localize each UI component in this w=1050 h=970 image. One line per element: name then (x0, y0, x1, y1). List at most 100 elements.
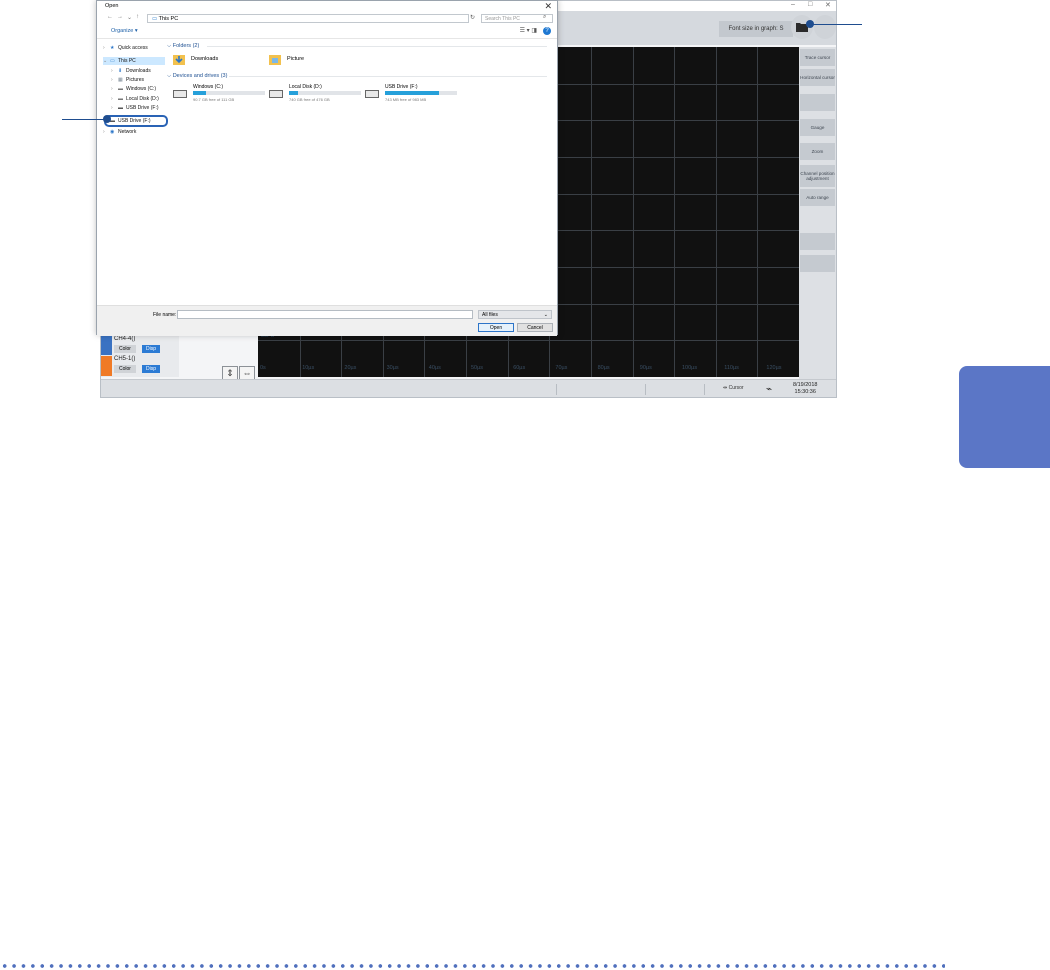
help-icon[interactable]: ? (543, 27, 551, 35)
side-function-button[interactable]: Auto range (800, 189, 835, 206)
drives-header[interactable]: ⌵ Devices and drives (3) (167, 73, 227, 80)
dialog-title: Open (105, 3, 119, 9)
back-icon[interactable]: ← (107, 14, 113, 20)
side-function-button[interactable] (800, 255, 835, 272)
drive-item[interactable]: USB Drive (F:) 743 MB free of 983 MB (365, 84, 459, 106)
download-folder-icon (173, 53, 185, 65)
status-divider (556, 384, 557, 395)
chapter-tab (959, 366, 1050, 468)
expand-icon[interactable]: › (111, 95, 118, 103)
nav-item[interactable]: ⌄ ▭ This PC (103, 57, 165, 65)
forward-icon[interactable]: → (117, 14, 123, 20)
maximize-icon[interactable]: □ (808, 1, 812, 8)
side-function-button[interactable] (800, 233, 835, 250)
address-row: ← → ⌄ ↑ ▭ This PC ↻ Search This PC ⌕ (103, 14, 553, 25)
usb-drive-icon (365, 90, 379, 98)
callout-line-open (810, 24, 862, 25)
nav-item-label: Downloads (126, 68, 151, 74)
menu-button[interactable] (814, 15, 836, 39)
expand-icon[interactable]: › (111, 67, 118, 75)
expand-icon[interactable]: ⌄ (103, 57, 110, 65)
drive-free-space: 90.7 GB free of 111 GB (193, 97, 235, 102)
time-axis: 0s 10µs 20µs 30µs 40µs 50µs 60µs 70µs 80µs 90µs 10… (258, 365, 799, 377)
time-tick-label: 40µs (428, 365, 441, 371)
time-tick-label: 50µs (471, 365, 484, 371)
dotted-separator (0, 963, 945, 969)
expand-icon[interactable]: › (103, 128, 110, 136)
usb-drive-highlight (104, 115, 168, 127)
computer-icon: ▭ (110, 58, 115, 64)
nav-item[interactable]: › ◉ Network (103, 128, 136, 136)
close-icon[interactable]: ✕ (825, 1, 831, 9)
time-tick-label: 10µs (302, 365, 315, 371)
nav-item[interactable]: › ⬇ Downloads (111, 67, 151, 75)
time-tick-label: 20µs (344, 365, 357, 371)
side-function-button[interactable] (800, 94, 835, 111)
side-function-button[interactable]: Gauge (800, 119, 835, 136)
font-size-button[interactable]: Font size in graph: S (719, 21, 793, 37)
drive-name: Local Disk (D:) (289, 84, 322, 90)
pictures-icon: ▦ (118, 77, 123, 83)
up-icon[interactable]: ↑ (136, 14, 139, 20)
drive-name: Windows (C:) (193, 84, 224, 90)
recent-icon[interactable]: ⌄ (127, 14, 132, 21)
drive-usage-bar (289, 91, 361, 95)
file-name-input[interactable] (177, 310, 473, 319)
drive-free-space: 740 GB free of 476 GB (289, 97, 330, 102)
channel-color-button[interactable]: Color (114, 365, 136, 373)
expand-icon[interactable]: › (111, 85, 118, 93)
nav-item[interactable]: › ▬ Windows (C:) (111, 85, 156, 93)
nav-item-label: USB Drive (F:) (126, 105, 159, 111)
side-function-button[interactable]: Channel position adjustment (800, 165, 835, 187)
channel-swatch (101, 356, 112, 376)
expand-icon[interactable]: › (111, 104, 118, 112)
channel-disp-button[interactable]: Disp (142, 365, 160, 373)
folder-picture[interactable]: Picture (269, 53, 304, 65)
file-type-select[interactable]: All files ⌄ (478, 310, 552, 319)
nav-item-label: Network (118, 129, 137, 135)
nav-item[interactable]: › ★ Quick access (103, 44, 148, 52)
side-function-button[interactable]: Zoom (800, 143, 835, 160)
folders-header-label: Folders (2) (172, 43, 200, 49)
refresh-icon[interactable]: ↻ (470, 14, 475, 21)
channel-color-button[interactable]: Color (114, 345, 136, 353)
time-tick-label: 60µs (513, 365, 526, 371)
status-divider (704, 384, 705, 395)
channel-panel: CH4-4() Color Disp CH5-1() Color Disp (101, 335, 179, 377)
drive-icon: ▬ (118, 86, 123, 92)
drive-name: USB Drive (F:) (385, 84, 418, 90)
time-tick-label: 70µs (555, 365, 568, 371)
side-function-button[interactable]: Trace cursor (800, 49, 835, 66)
expand-icon[interactable]: › (111, 76, 118, 84)
organize-button[interactable]: Organize ▾ (111, 28, 138, 34)
cancel-button[interactable]: Cancel (517, 323, 553, 332)
folders-header[interactable]: ⌵ Folders (2) (167, 43, 199, 50)
nav-item[interactable]: ›▬USB Drive (F:) (111, 104, 159, 112)
expand-icon[interactable]: › (103, 44, 110, 52)
nav-item[interactable]: › ▬ Local Disk (D:) (111, 95, 159, 103)
view-options-icon[interactable]: ☰ ▾ ◨ (520, 27, 537, 34)
folder-downloads[interactable]: Downloads (173, 53, 218, 65)
minimize-icon[interactable]: – (791, 1, 795, 8)
address-bar[interactable]: ▭ This PC (147, 14, 469, 23)
pictures-folder-icon (269, 53, 281, 65)
callout-dot-open (806, 20, 814, 28)
callout-dot-usb (103, 115, 111, 123)
dialog-footer: File name: All files ⌄ Open Cancel (97, 305, 557, 336)
star-icon: ★ (110, 45, 115, 51)
drive-item[interactable]: Local Disk (D:) 740 GB free of 476 GB (269, 84, 363, 106)
file-type-value: All files (482, 312, 498, 318)
side-function-button[interactable]: Horizontal cursor (800, 69, 835, 86)
nav-item[interactable]: › ▦ Pictures (111, 76, 144, 84)
drive-item[interactable]: Windows (C:) 90.7 GB free of 111 GB (173, 84, 267, 106)
navigation-pane: › ★ Quick access ⌄ ▭ This PC › ⬇ Downloads › ▦ Pict… (103, 41, 165, 305)
open-button[interactable]: Open (478, 323, 514, 332)
drive-usage-fill (193, 91, 206, 95)
drives-header-label: Devices and drives (3) (172, 73, 228, 79)
dialog-toolbar: Organize ▾ ☰ ▾ ◨ ? (97, 26, 557, 39)
channel-disp-button[interactable]: Disp (142, 345, 160, 353)
search-icon: ⌕ (543, 14, 547, 20)
chevron-down-icon: ⌄ (543, 312, 548, 318)
cursor-status[interactable]: ⇹ Cursor (723, 385, 744, 391)
close-icon[interactable]: ✕ (544, 1, 552, 12)
